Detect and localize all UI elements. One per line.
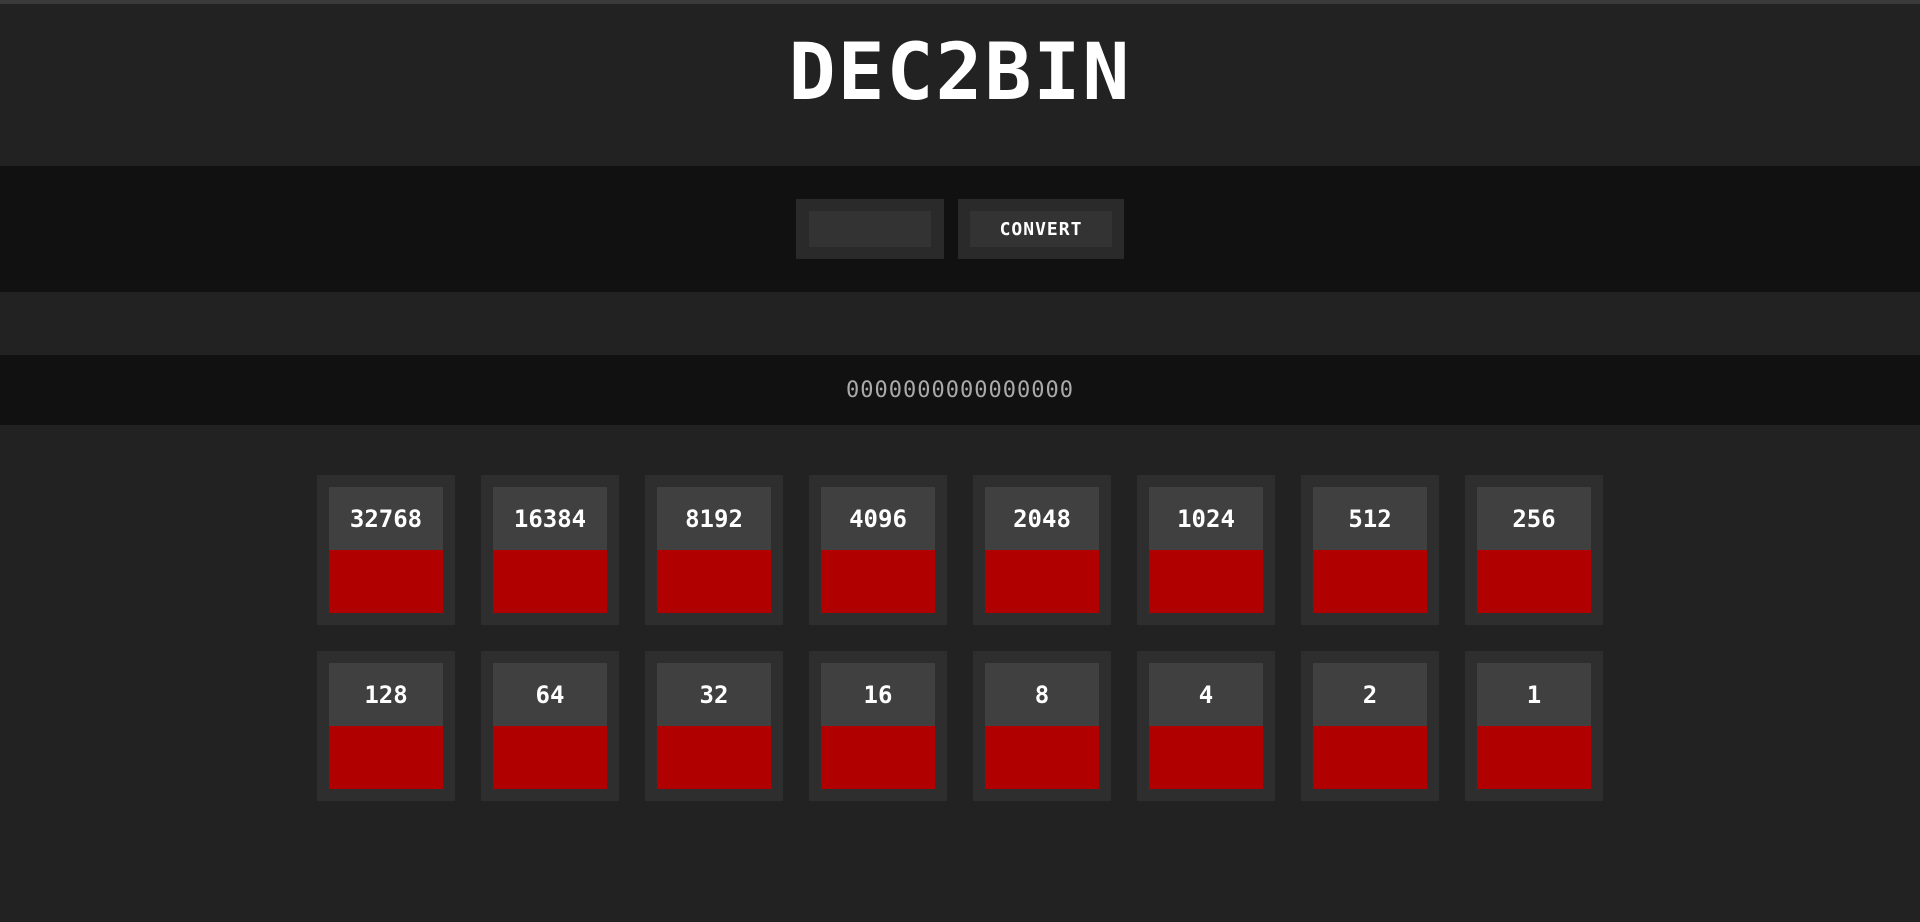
bit-card-1024[interactable]: 1024 — [1137, 475, 1275, 625]
decimal-input[interactable] — [809, 211, 931, 247]
decimal-input-frame — [796, 199, 944, 259]
convert-button-frame: CONVERT — [958, 199, 1124, 259]
bit-state-indicator — [1149, 726, 1263, 789]
bit-card-512[interactable]: 512 — [1301, 475, 1439, 625]
bit-state-indicator — [493, 550, 607, 613]
bit-state-indicator — [821, 550, 935, 613]
bit-card-2048[interactable]: 2048 — [973, 475, 1111, 625]
bit-card-4096[interactable]: 4096 — [809, 475, 947, 625]
bit-card-32768[interactable]: 32768 — [317, 475, 455, 625]
bit-weight-label: 2 — [1313, 663, 1427, 726]
bit-weight-label: 512 — [1313, 487, 1427, 550]
bit-state-indicator — [985, 726, 1099, 789]
bit-state-indicator — [1313, 550, 1427, 613]
bit-state-indicator — [657, 550, 771, 613]
bit-weight-label: 2048 — [985, 487, 1099, 550]
bit-state-indicator — [985, 550, 1099, 613]
bit-weight-label: 4096 — [821, 487, 935, 550]
bit-weight-label: 32768 — [329, 487, 443, 550]
bit-state-indicator — [821, 726, 935, 789]
bit-state-indicator — [1477, 726, 1591, 789]
bit-state-indicator — [329, 550, 443, 613]
result-bar: 0000000000000000 — [0, 355, 1920, 425]
bit-state-indicator — [493, 726, 607, 789]
bit-card-1[interactable]: 1 — [1465, 651, 1603, 801]
bit-card-4[interactable]: 4 — [1137, 651, 1275, 801]
app-title: DEC2BIN — [788, 28, 1132, 118]
bit-card-8[interactable]: 8 — [973, 651, 1111, 801]
bit-state-indicator — [1149, 550, 1263, 613]
converter-bar: CONVERT — [0, 166, 1920, 292]
bit-card-8192[interactable]: 8192 — [645, 475, 783, 625]
app-header: DEC2BIN — [0, 4, 1920, 166]
bit-card-16384[interactable]: 16384 — [481, 475, 619, 625]
bit-weight-label: 1 — [1477, 663, 1591, 726]
bit-row-low: 128 64 32 16 8 4 2 1 — [317, 651, 1603, 801]
bit-card-128[interactable]: 128 — [317, 651, 455, 801]
bit-weight-label: 32 — [657, 663, 771, 726]
bit-weight-label: 8192 — [657, 487, 771, 550]
bit-weight-label: 4 — [1149, 663, 1263, 726]
bit-state-indicator — [657, 726, 771, 789]
binary-output: 0000000000000000 — [846, 377, 1074, 403]
bit-state-indicator — [1477, 550, 1591, 613]
bit-weight-label: 16384 — [493, 487, 607, 550]
bit-weight-label: 1024 — [1149, 487, 1263, 550]
bit-weight-label: 64 — [493, 663, 607, 726]
bit-card-2[interactable]: 2 — [1301, 651, 1439, 801]
bit-weight-label: 128 — [329, 663, 443, 726]
bit-state-indicator — [1313, 726, 1427, 789]
bit-row-high: 32768 16384 8192 4096 2048 1024 512 256 — [317, 475, 1603, 625]
bit-grid: 32768 16384 8192 4096 2048 1024 512 256 — [0, 425, 1920, 801]
bit-card-64[interactable]: 64 — [481, 651, 619, 801]
bit-card-32[interactable]: 32 — [645, 651, 783, 801]
bit-weight-label: 8 — [985, 663, 1099, 726]
spacer — [0, 292, 1920, 355]
convert-button[interactable]: CONVERT — [970, 211, 1112, 247]
bit-card-256[interactable]: 256 — [1465, 475, 1603, 625]
bit-card-16[interactable]: 16 — [809, 651, 947, 801]
bit-state-indicator — [329, 726, 443, 789]
bit-weight-label: 256 — [1477, 487, 1591, 550]
bit-weight-label: 16 — [821, 663, 935, 726]
